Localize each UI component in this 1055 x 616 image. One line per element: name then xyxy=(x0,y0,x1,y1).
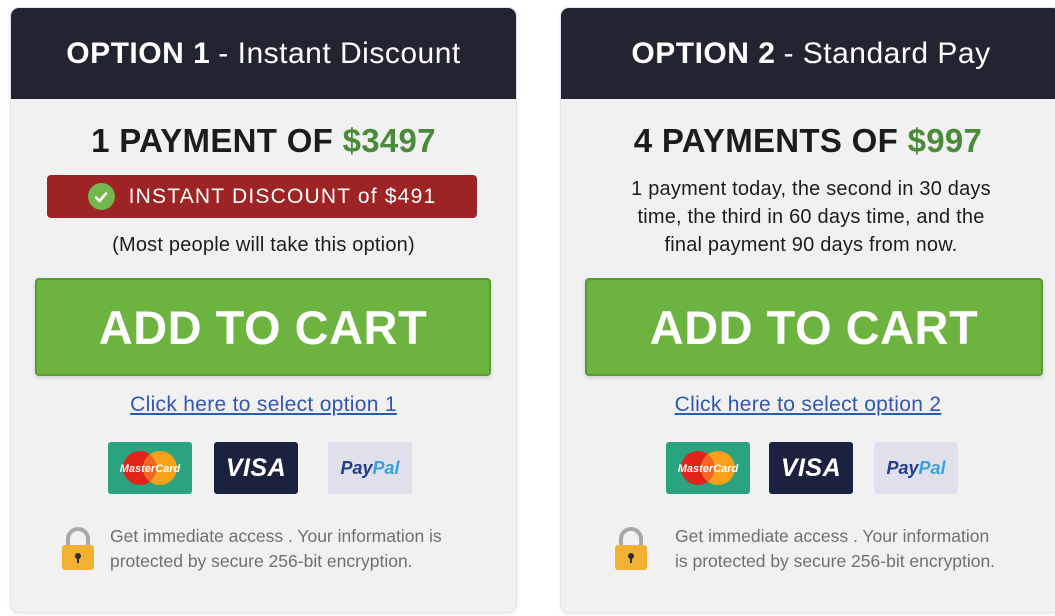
option-1-security-text: Get immediate access . Your information … xyxy=(110,524,442,574)
instant-discount-text: INSTANT DISCOUNT of $491 xyxy=(128,184,437,208)
option-1-add-to-cart-button[interactable]: ADD TO CART xyxy=(35,278,491,376)
visa-logo: VISA xyxy=(769,442,853,494)
option-1-security-line-1: Get immediate access . Your information … xyxy=(110,526,442,546)
option-2-security-notice: Get immediate access . Your information … xyxy=(613,524,1053,580)
option-1-price: $3497 xyxy=(342,122,436,159)
instant-discount-badge: INSTANT DISCOUNT of $491 xyxy=(47,175,477,218)
option-2-title: 4 PAYMENTS OF $997 xyxy=(561,122,1055,160)
option-1-number: OPTION 1 xyxy=(66,36,211,70)
option-2-card: OPTION 2 - Standard Pay 4 PAYMENTS OF $9… xyxy=(561,8,1055,612)
paypal-logo: Pay Pal xyxy=(874,442,958,494)
option-2-header: OPTION 2 - Standard Pay xyxy=(561,8,1055,99)
option-1-payment-logos: MasterCard VISA Pay Pal xyxy=(11,442,516,494)
option-1-card: OPTION 1 - Instant Discount 1 PAYMENT OF… xyxy=(11,8,516,612)
mastercard-logo-text: MasterCard xyxy=(120,463,181,475)
option-1-title: 1 PAYMENT OF $3497 xyxy=(11,122,516,160)
check-circle-icon xyxy=(87,183,115,210)
option-1-security-notice: Get immediate access . Your information … xyxy=(60,524,500,580)
visa-logo: VISA xyxy=(214,442,298,494)
padlock-icon xyxy=(60,526,96,577)
option-1-security-line-2: protected by secure 256-bit encryption. xyxy=(110,551,413,571)
option-2-description: 1 payment today, the second in 30 days t… xyxy=(561,175,1055,259)
option-1-title-prefix: 1 PAYMENT OF xyxy=(91,122,343,159)
option-2-price: $997 xyxy=(907,122,983,159)
option-2-payment-logos: MasterCard VISA Pay Pal xyxy=(561,442,1055,494)
option-1-header: OPTION 1 - Instant Discount xyxy=(11,8,516,99)
paypal-logo-part2: Pal xyxy=(372,457,400,478)
option-2-subtitle: - Standard Pay xyxy=(783,36,991,70)
option-1-select-link[interactable]: Click here to select option 1 xyxy=(11,393,516,417)
option-2-description-line-2: time, the third in 60 days time, and the xyxy=(637,206,985,228)
option-2-add-to-cart-button[interactable]: ADD TO CART xyxy=(585,278,1043,376)
mastercard-logo-text: MasterCard xyxy=(678,463,739,475)
mastercard-logo: MasterCard xyxy=(108,442,192,494)
option-2-select-link[interactable]: Click here to select option 2 xyxy=(561,393,1055,417)
option-2-description-line-1: 1 payment today, the second in 30 days xyxy=(631,178,991,200)
paypal-logo-part1: Pay xyxy=(340,457,373,478)
paypal-logo: Pay Pal xyxy=(328,442,412,494)
mastercard-logo: MasterCard xyxy=(666,442,750,494)
option-2-security-line-1: Get immediate access . Your information xyxy=(675,526,990,546)
option-2-number: OPTION 2 xyxy=(631,36,776,70)
option-1-note: (Most people will take this option) xyxy=(112,234,415,256)
paypal-logo-part1: Pay xyxy=(886,457,919,478)
paypal-logo-part2: Pal xyxy=(918,457,946,478)
option-1-subtitle: - Instant Discount xyxy=(218,36,461,70)
option-2-description-line-3: final payment 90 days from now. xyxy=(664,234,958,256)
option-2-security-text: Get immediate access . Your information … xyxy=(675,524,995,574)
option-2-title-prefix: 4 PAYMENTS OF xyxy=(633,122,908,159)
padlock-icon xyxy=(613,526,649,577)
option-2-security-line-2: is protected by secure 256-bit encryptio… xyxy=(675,551,996,571)
